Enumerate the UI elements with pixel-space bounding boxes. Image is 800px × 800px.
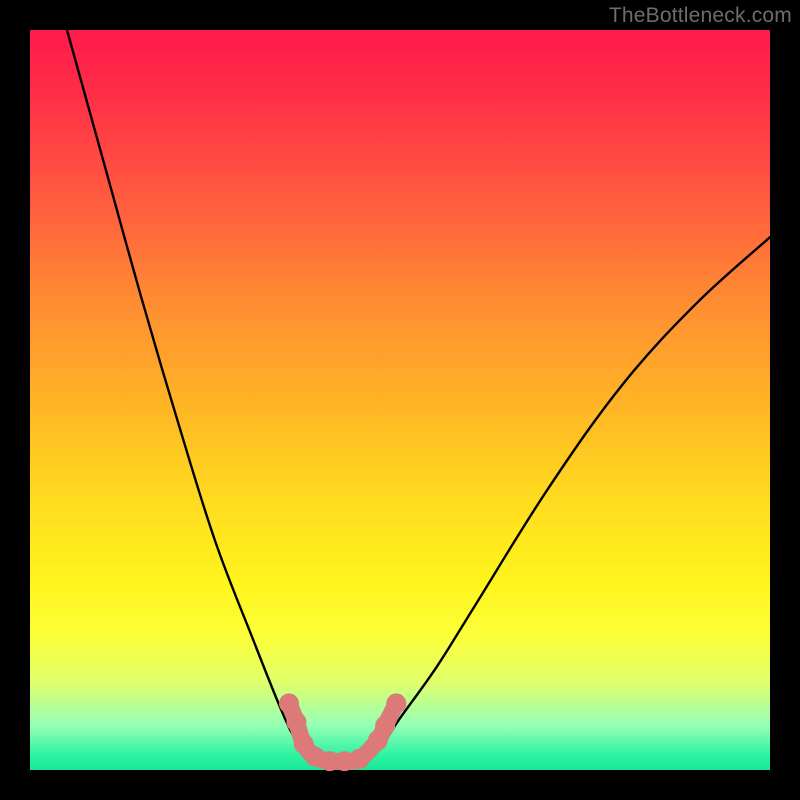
marker-point	[386, 693, 406, 713]
series-left-branch	[67, 30, 311, 755]
marker-point	[286, 712, 306, 732]
plot-area	[30, 30, 770, 770]
marker-point	[375, 716, 395, 736]
curve-layer	[30, 30, 770, 770]
marker-point	[279, 693, 299, 713]
chart-stage: TheBottleneck.com	[0, 0, 800, 800]
watermark-text: TheBottleneck.com	[609, 4, 792, 28]
marker-point	[349, 749, 369, 769]
series-right-branch	[370, 237, 770, 755]
